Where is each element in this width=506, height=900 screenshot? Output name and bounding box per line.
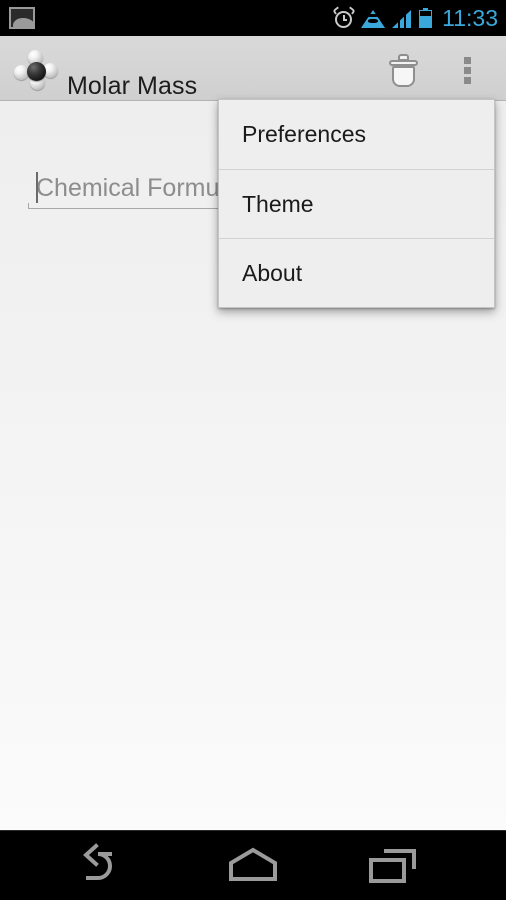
action-bar: Molar Mass [0,36,506,101]
trash-icon [388,54,419,87]
nav-back-button[interactable] [58,831,168,900]
alarm-clock-icon [332,6,356,28]
phone-screen: 11:33 Molar Mass [0,0,506,900]
navigation-bar [0,830,506,900]
overflow-menu-button[interactable] [448,49,488,89]
nav-recents-button[interactable] [338,831,448,900]
battery-icon [419,8,433,28]
delete-button[interactable] [380,49,428,89]
text-cursor [36,172,38,203]
overflow-dropdown-menu: Preferences Theme About [218,99,495,308]
menu-item-about[interactable]: About [219,238,494,307]
status-bar: 11:33 [0,0,506,36]
overflow-dot-icon [464,77,471,84]
app-title: Molar Mass [67,72,198,100]
home-icon [229,847,277,881]
nav-home-button[interactable] [198,831,308,900]
status-bar-system-icons: 11:33 [332,0,498,36]
menu-item-preferences[interactable]: Preferences [219,100,494,169]
overflow-dot-icon [464,67,471,74]
status-bar-clock: 11:33 [442,5,498,31]
overflow-dot-icon [464,57,471,64]
recent-apps-icon [369,849,416,883]
methane-molecule-icon [13,50,60,90]
gallery-icon [9,7,35,29]
cellular-signal-icon [392,9,412,28]
status-bar-notifications [9,4,35,32]
back-arrow-icon [83,843,112,880]
menu-item-theme[interactable]: Theme [219,169,494,238]
wifi-icon [361,9,386,28]
